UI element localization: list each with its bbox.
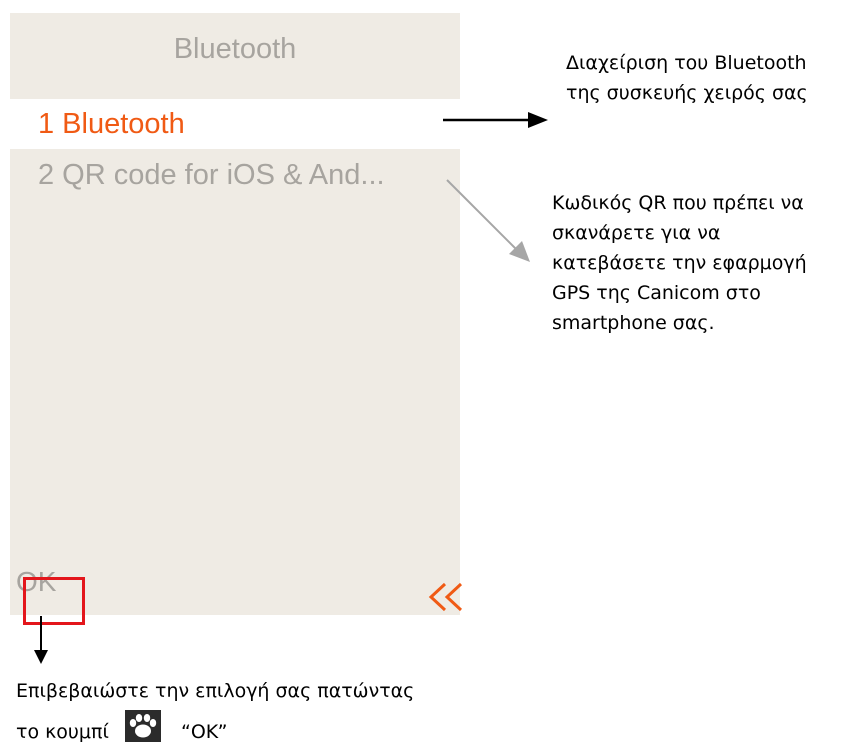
paw-icon [124,710,161,742]
bluetooth-note: Διαχείριση του Bluetooth της συσκευής χε… [566,52,808,104]
arrow-head-bluetooth [528,112,548,128]
arrow-to-qr-note [446,179,517,250]
arrow-head-ok [34,650,48,664]
ok-note-button-label: “OK” [180,721,228,743]
ok-note: Επιβεβαιώστε την επιλογή σας πατώντας το… [16,673,436,751]
qr-note: Κωδικός QR που πρέπει να σκανάρετε για ν… [552,192,807,334]
annotation-arrows [34,112,548,664]
